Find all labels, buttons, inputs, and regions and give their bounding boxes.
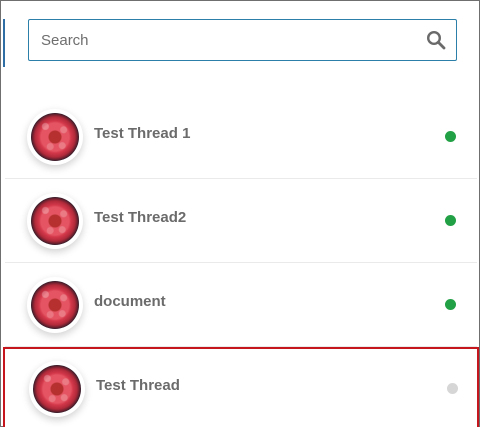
flower-avatar-image: [31, 113, 79, 161]
status-indicator-dot: [445, 215, 456, 226]
search-box[interactable]: [28, 19, 457, 61]
thread-name: Test Thread2: [94, 209, 187, 226]
thread-item[interactable]: Test Thread2: [5, 179, 477, 263]
status-indicator-dot: [445, 131, 456, 142]
flower-avatar-image: [33, 365, 81, 413]
thread-name: Test Thread: [96, 377, 180, 394]
thread-list: Test Thread 1 Test Thread2 document Test…: [3, 95, 479, 427]
search-icon[interactable]: [426, 30, 446, 50]
status-indicator-dot: [445, 299, 456, 310]
thread-item[interactable]: Test Thread: [3, 347, 479, 427]
status-indicator-dot: [447, 383, 458, 394]
search-input[interactable]: [29, 20, 456, 60]
avatar: [27, 193, 83, 249]
thread-name: document: [94, 293, 166, 310]
thread-name: Test Thread 1: [94, 125, 191, 142]
avatar: [27, 277, 83, 333]
avatar: [29, 361, 85, 417]
thread-item[interactable]: document: [5, 263, 477, 347]
thread-list-panel: Test Thread 1 Test Thread2 document Test…: [0, 0, 480, 427]
thread-item[interactable]: Test Thread 1: [5, 95, 477, 179]
flower-avatar-image: [31, 197, 79, 245]
focus-accent-bar: [3, 19, 5, 67]
avatar: [27, 109, 83, 165]
flower-avatar-image: [31, 281, 79, 329]
